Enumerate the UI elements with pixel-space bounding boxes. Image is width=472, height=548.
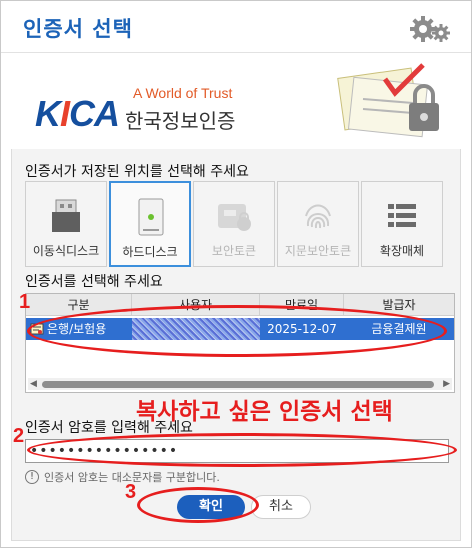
storage-label-fingerprint: 지문보안토큰	[284, 244, 352, 258]
annotation-note: 복사하고 싶은 인증서 선택	[136, 399, 393, 425]
info-icon: !	[25, 470, 39, 484]
title-bar: 인증서 선택	[1, 1, 471, 53]
org-name: 한국정보인증	[125, 109, 236, 133]
list-icon	[388, 204, 416, 227]
storage-removable-disk[interactable]: 이동식디스크	[25, 181, 107, 267]
annotation-step-1: 1	[19, 291, 31, 313]
kica-logo: KICA	[35, 93, 120, 134]
settings-icon[interactable]	[409, 13, 453, 45]
storage-fingerprint-token[interactable]: 지문보안토큰	[277, 181, 359, 267]
annotation-ellipse-certificate	[27, 305, 447, 357]
certificate-list-label: 인증서를 선택해 주세요	[25, 274, 163, 290]
scroll-thumb[interactable]	[42, 381, 434, 388]
storage-options: 이동식디스크 하드디스크 보안토큰 지문보안토큰 확장매체	[25, 181, 445, 269]
usb-drive-icon	[52, 199, 80, 232]
storage-extended-media[interactable]: 확장매체	[361, 181, 443, 267]
scroll-left-icon[interactable]: ◀	[30, 378, 37, 390]
annotation-ellipse-ok	[137, 487, 259, 523]
certificate-dialog: 인증서 선택 KICA A World of Trust 한국정보인증 인증서가…	[0, 0, 472, 548]
hard-disk-icon	[138, 198, 164, 236]
dialog-title: 인증서 선택	[23, 17, 133, 41]
storage-label-token: 보안토큰	[211, 244, 257, 258]
storage-label-extended: 확장매체	[379, 244, 425, 258]
scroll-right-icon[interactable]: ▶	[443, 378, 450, 390]
annotation-step-2: 2	[13, 425, 25, 447]
storage-label: 인증서가 저장된 위치를 선택해 주세요	[25, 164, 249, 180]
cancel-button[interactable]: 취소	[251, 495, 311, 519]
storage-security-token[interactable]: 보안토큰	[193, 181, 275, 267]
certificate-lock-icon	[337, 63, 439, 138]
storage-label-harddisk: 하드디스크	[122, 245, 178, 259]
tagline: A World of Trust	[133, 85, 233, 101]
fingerprint-icon	[305, 204, 331, 229]
password-notice: ! 인증서 암호는 대소문자를 구분합니다.	[25, 469, 220, 485]
brand-banner: KICA A World of Trust 한국정보인증	[11, 53, 461, 149]
horizontal-scrollbar[interactable]: ◀ ▶	[28, 378, 452, 390]
storage-hard-disk[interactable]: 하드디스크	[109, 181, 191, 267]
annotation-ellipse-password	[27, 433, 457, 467]
annotation-step-3: 3	[125, 481, 137, 503]
storage-label-removable: 이동식디스크	[32, 244, 100, 258]
security-token-icon	[218, 204, 251, 231]
